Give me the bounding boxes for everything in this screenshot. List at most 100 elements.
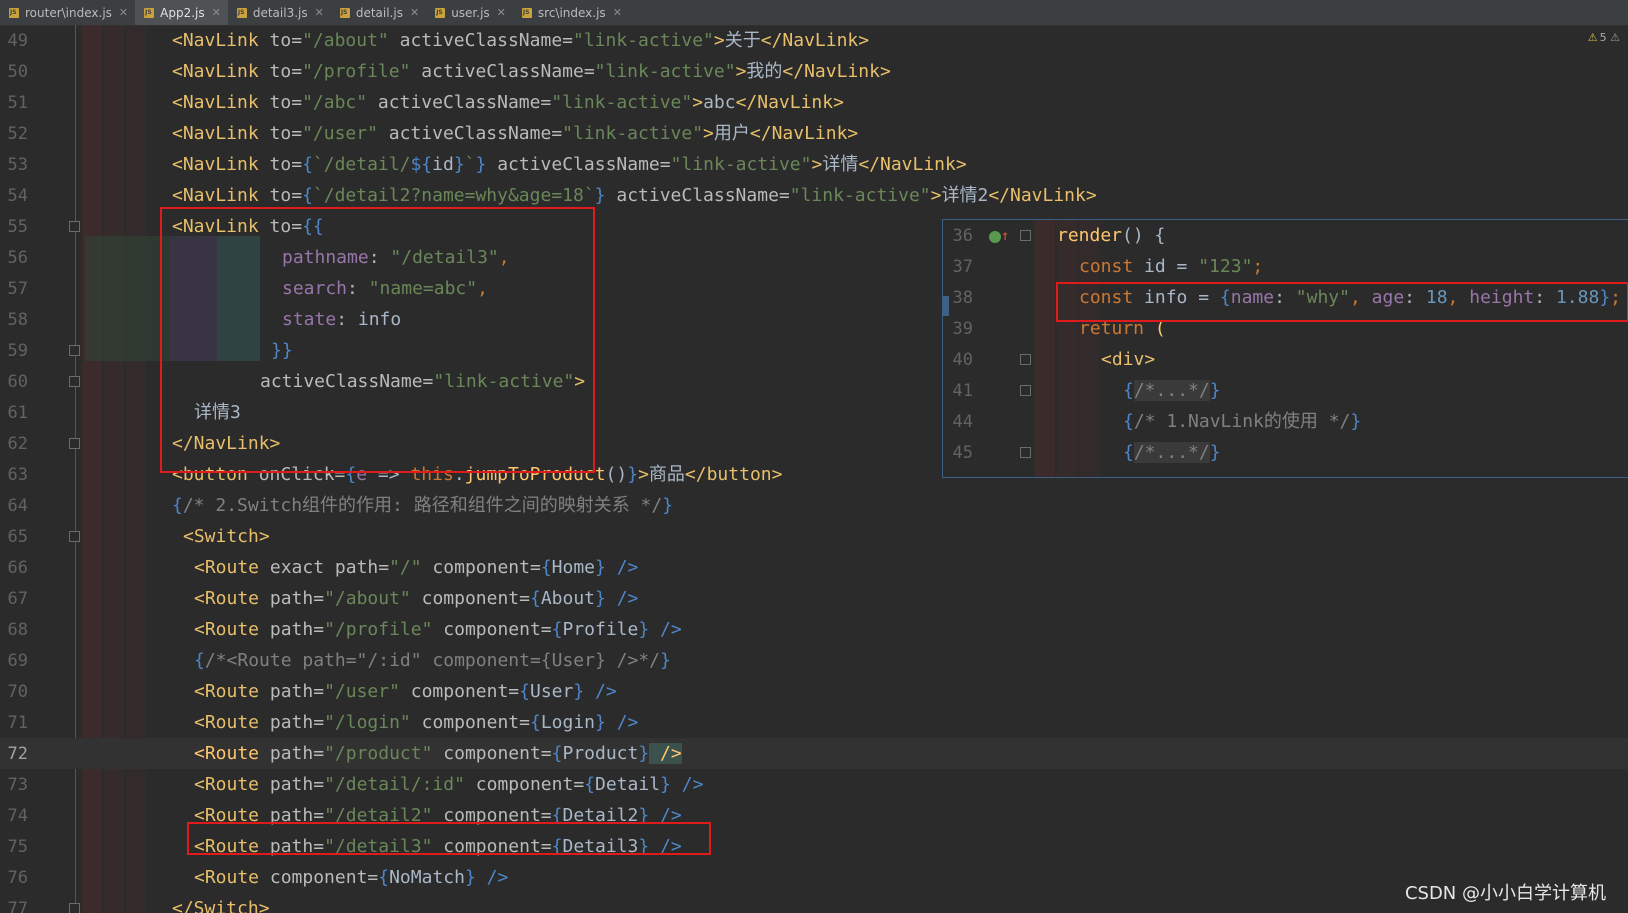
js-file-icon [339, 7, 351, 19]
popup-line-45: 45 {/*...*/} [943, 437, 1628, 468]
code-text: <Route component={NoMatch} /> [194, 867, 509, 888]
code-text: render() { [1057, 225, 1166, 246]
line-number: 76 [7, 868, 28, 888]
line-number: 56 [7, 248, 28, 268]
popup-line-44: 44 {/* 1.NavLink的使用 */} [943, 406, 1628, 437]
close-icon[interactable]: ✕ [410, 6, 419, 19]
code-text: <NavLink to={`/detail/${id}`} activeClas… [172, 154, 967, 175]
tab-user[interactable]: user.js ✕ [426, 0, 513, 25]
code-preview-popup: 36 ↑ render() { 37 const id = "123"; 38 cons… [942, 219, 1628, 478]
code-text: {/* 2.Switch组件的作用: 路径和组件之间的映射关系 */} [172, 495, 674, 516]
line-number: 77 [7, 899, 28, 913]
code-line-77: 77 </Switch> [0, 893, 1628, 913]
editor-tab-bar: router\index.js ✕ App2.js ✕ detail3.js ✕ de… [0, 0, 1628, 26]
tab-detail3[interactable]: detail3.js ✕ [228, 0, 331, 25]
fold-toggle-icon[interactable] [69, 903, 80, 913]
fold-toggle-icon[interactable] [69, 345, 80, 356]
line-number: 54 [7, 186, 28, 206]
watermark: CSDN @小小白学计算机 [1404, 883, 1606, 904]
code-line-49: 49 <NavLink to="/about" activeClassName="… [0, 25, 1628, 56]
line-number: 49 [7, 31, 28, 51]
code-line-50: 50 <NavLink to="/profile" activeClassName… [0, 56, 1628, 87]
line-number: 61 [7, 403, 28, 423]
line-number: 45 [952, 443, 973, 463]
popup-line-40: 40 <div> [943, 344, 1628, 375]
line-number: 67 [7, 589, 28, 609]
code-text: </Switch> [172, 898, 270, 913]
line-number: 68 [7, 620, 28, 640]
tab-router-index[interactable]: router\index.js ✕ [0, 0, 135, 25]
fold-toggle-icon[interactable] [1020, 230, 1031, 241]
warning-icon: ⚠ [1610, 31, 1620, 44]
code-line-68: 68 <Route path="/profile" component={Prof… [0, 614, 1628, 645]
inspection-widget[interactable]: ⚠ 5 ⚠ [1588, 31, 1620, 44]
annotation-box-info [1056, 282, 1628, 322]
line-number: 70 [7, 682, 28, 702]
line-number: 66 [7, 558, 28, 578]
line-number: 65 [7, 527, 28, 547]
popup-line-37: 37 const id = "123"; [943, 251, 1628, 282]
close-icon[interactable]: ✕ [613, 6, 622, 19]
js-file-icon [434, 7, 446, 19]
annotation-box-route [187, 822, 711, 855]
code-line-66: 66 <Route exact path="/" component={Home}… [0, 552, 1628, 583]
tab-label: detail.js [355, 5, 403, 20]
code-line-53: 53 <NavLink to={`/detail/${id}`} activeCl… [0, 149, 1628, 180]
tab-detail[interactable]: detail.js ✕ [331, 0, 426, 25]
tab-label: src\index.js [537, 5, 606, 20]
code-text: <Route path="/login" component={Login} /… [194, 712, 639, 733]
code-text: {/*...*/} [1123, 442, 1221, 463]
js-file-icon [143, 7, 155, 19]
tab-app2[interactable]: App2.js ✕ [135, 0, 228, 25]
arrow-up-icon: ↑ [1001, 228, 1010, 244]
line-number: 51 [7, 93, 28, 113]
code-line-70: 70 <Route path="/user" component={User} /… [0, 676, 1628, 707]
code-text: <Route path="/detail/:id" component={Det… [194, 774, 704, 795]
line-number: 41 [952, 381, 973, 401]
code-text: <NavLink to="/profile" activeClassName="… [172, 61, 891, 82]
line-number: 63 [7, 465, 28, 485]
fold-toggle-icon[interactable] [69, 376, 80, 387]
line-number: 73 [7, 775, 28, 795]
override-icon[interactable] [989, 231, 1001, 243]
line-number: 59 [7, 341, 28, 361]
expand-icon[interactable] [1020, 447, 1031, 458]
fold-toggle-icon[interactable] [69, 438, 80, 449]
line-number: 53 [7, 155, 28, 175]
code-text: <Switch> [183, 526, 270, 547]
line-number: 60 [7, 372, 28, 392]
fold-toggle-icon[interactable] [69, 531, 80, 542]
popup-line-41: 41 {/*...*/} [943, 375, 1628, 406]
fold-toggle-icon[interactable] [1020, 354, 1031, 365]
code-line-71: 71 <Route path="/login" component={Login}… [0, 707, 1628, 738]
code-text: <Route path="/profile" component={Profil… [194, 619, 682, 640]
close-icon[interactable]: ✕ [315, 6, 324, 19]
close-icon[interactable]: ✕ [212, 6, 221, 19]
code-line-67: 67 <Route path="/about" component={About}… [0, 583, 1628, 614]
code-editor[interactable]: 49 <NavLink to="/about" activeClassName="… [0, 25, 1628, 913]
js-file-icon [521, 7, 533, 19]
line-number: 50 [7, 62, 28, 82]
expand-icon[interactable] [1020, 385, 1031, 396]
line-number: 71 [7, 713, 28, 733]
code-text: const id = "123"; [1079, 256, 1264, 277]
close-icon[interactable]: ✕ [497, 6, 506, 19]
line-number: 74 [7, 806, 28, 826]
code-text: <NavLink to="/about" activeClassName="li… [172, 30, 870, 51]
annotation-box-navlink [160, 207, 595, 473]
popup-line-36: 36 ↑ render() { [943, 220, 1628, 251]
line-number: 40 [952, 350, 973, 370]
code-text: <Route path="/user" component={User} /> [194, 681, 617, 702]
line-number: 58 [7, 310, 28, 330]
fold-toggle-icon[interactable] [69, 221, 80, 232]
line-number: 69 [7, 651, 28, 671]
close-icon[interactable]: ✕ [119, 6, 128, 19]
line-number: 62 [7, 434, 28, 454]
line-number: 57 [7, 279, 28, 299]
js-file-icon [236, 7, 248, 19]
line-number: 64 [7, 496, 28, 516]
tab-src-index[interactable]: src\index.js ✕ [513, 0, 629, 25]
line-number: 52 [7, 124, 28, 144]
code-line-72: 72 <Route path="/product" component={Prod… [0, 738, 1628, 769]
line-number: 55 [7, 217, 28, 237]
